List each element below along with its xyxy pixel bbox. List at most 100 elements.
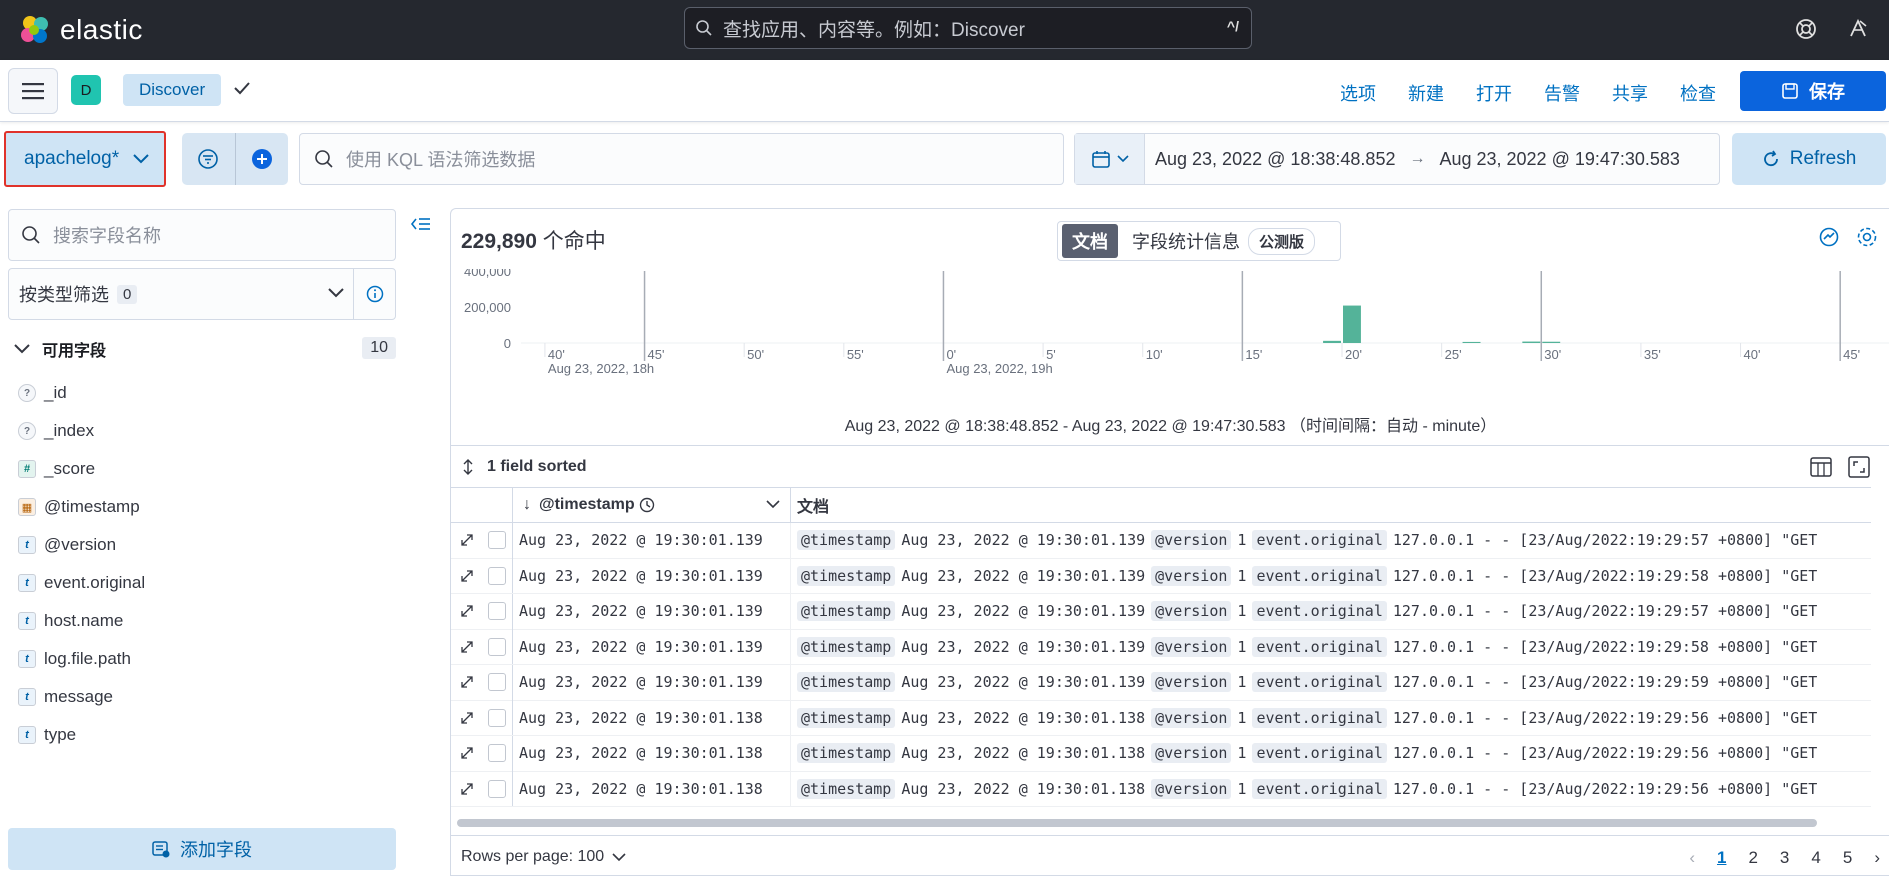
previous-page-icon[interactable]: ‹ bbox=[1689, 848, 1695, 868]
help-icon[interactable] bbox=[1793, 16, 1819, 42]
row-checkbox[interactable] bbox=[482, 735, 513, 771]
expand-row-icon[interactable] bbox=[451, 782, 482, 796]
field-name: event.original bbox=[44, 573, 146, 592]
field-search-input[interactable]: 搜索字段名称 bbox=[8, 209, 396, 261]
table-header: ↓ @timestamp 文档 bbox=[451, 487, 1871, 523]
expand-row-icon[interactable] bbox=[451, 604, 482, 618]
horizontal-scrollbar[interactable] bbox=[457, 819, 1817, 827]
field-name: _id bbox=[44, 383, 67, 402]
type-filter-dropdown[interactable]: 按类型筛选 0 bbox=[8, 268, 396, 320]
inspect-link[interactable]: 检查 bbox=[1680, 80, 1716, 106]
row-checkbox[interactable] bbox=[482, 629, 513, 665]
field-item-id[interactable]: ? _id bbox=[18, 374, 398, 412]
field-item-type[interactable]: t type bbox=[18, 716, 398, 754]
document-table: ↓ @timestamp 文档 Aug 23, 2022 @ 19:30:01.… bbox=[451, 487, 1871, 823]
page-4[interactable]: 4 bbox=[1811, 848, 1820, 868]
available-fields-label: 可用字段 bbox=[42, 343, 107, 360]
field-item-message[interactable]: t message bbox=[18, 678, 398, 716]
kql-search-input[interactable]: 使用 KQL 语法筛选数据 bbox=[299, 133, 1064, 185]
field-item-log-file-path[interactable]: t log.file.path bbox=[18, 640, 398, 678]
rows-per-page-label: Rows per page: 100 bbox=[461, 847, 605, 865]
table-row[interactable]: Aug 23, 2022 @ 19:30:01.138 @timestamp Aug… bbox=[451, 700, 1871, 736]
row-timestamp: Aug 23, 2022 @ 19:30:01.138 bbox=[513, 700, 791, 736]
options-link[interactable]: 选项 bbox=[1340, 80, 1376, 106]
gear-icon[interactable] bbox=[1855, 225, 1879, 249]
quick-menu-button[interactable] bbox=[1075, 134, 1145, 184]
sort-icon[interactable] bbox=[461, 458, 475, 475]
tab-documents[interactable]: 文档 bbox=[1062, 224, 1118, 258]
date-end[interactable]: Aug 23, 2022 @ 19:47:30.583 bbox=[1439, 149, 1679, 170]
menu-toggle-button[interactable] bbox=[8, 68, 58, 114]
index-pattern-selector[interactable]: apachelog* bbox=[4, 131, 166, 187]
table-row[interactable]: Aug 23, 2022 @ 19:30:01.139 @timestamp Aug… bbox=[451, 629, 1871, 665]
page-2[interactable]: 2 bbox=[1748, 848, 1757, 868]
row-checkbox[interactable] bbox=[482, 700, 513, 736]
page-3[interactable]: 3 bbox=[1780, 848, 1789, 868]
date-range-picker[interactable]: Aug 23, 2022 @ 18:38:48.852 → Aug 23, 20… bbox=[1074, 133, 1720, 185]
expand-row-icon[interactable] bbox=[451, 569, 482, 583]
rows-per-page-selector[interactable]: Rows per page: 100 bbox=[461, 848, 626, 866]
view-mode-toggle: 文档 字段统计信息 公测版 bbox=[1057, 221, 1341, 261]
field-item-score[interactable]: # _score bbox=[18, 450, 398, 488]
expand-row-icon[interactable] bbox=[451, 746, 482, 760]
field-item-version[interactable]: t @version bbox=[18, 526, 398, 564]
field-key: event.original bbox=[1252, 743, 1387, 764]
refresh-button[interactable]: Refresh bbox=[1732, 133, 1886, 185]
open-link[interactable]: 打开 bbox=[1476, 80, 1512, 106]
expand-row-icon[interactable] bbox=[451, 640, 482, 654]
visualize-icon[interactable] bbox=[1817, 225, 1841, 249]
share-link[interactable]: 共享 bbox=[1612, 80, 1648, 106]
collapse-sidebar-icon[interactable] bbox=[410, 215, 432, 233]
expand-row-icon[interactable] bbox=[451, 533, 482, 547]
string-type-icon: t bbox=[18, 726, 36, 744]
space-avatar[interactable]: D bbox=[71, 75, 101, 105]
page-1[interactable]: 1 bbox=[1717, 848, 1726, 868]
column-header-timestamp[interactable]: ↓ @timestamp bbox=[513, 487, 791, 523]
row-document: @timestamp Aug 23, 2022 @ 19:30:01.138 @ve… bbox=[791, 743, 1823, 764]
type-filter-count: 0 bbox=[117, 284, 138, 304]
column-document-label[interactable]: 文档 bbox=[797, 493, 829, 517]
next-page-icon[interactable]: › bbox=[1874, 848, 1880, 868]
row-checkbox[interactable] bbox=[482, 664, 513, 700]
table-row[interactable]: Aug 23, 2022 @ 19:30:01.139 @timestamp Aug… bbox=[451, 522, 1871, 559]
table-row[interactable]: Aug 23, 2022 @ 19:30:01.138 @timestamp Aug… bbox=[451, 735, 1871, 772]
row-checkbox[interactable] bbox=[482, 522, 513, 558]
page-5[interactable]: 5 bbox=[1843, 848, 1852, 868]
info-button[interactable] bbox=[353, 269, 395, 319]
unknown-type-icon: ? bbox=[18, 384, 36, 402]
tab-field-statistics[interactable]: 字段统计信息 bbox=[1132, 228, 1240, 254]
global-search-input[interactable]: 查找应用、内容等。例如：Discover ^/ bbox=[684, 7, 1252, 49]
field-item-host-name[interactable]: t host.name bbox=[18, 602, 398, 640]
new-link[interactable]: 新建 bbox=[1408, 80, 1444, 106]
chevron-down-icon[interactable] bbox=[766, 499, 780, 509]
field-item-timestamp[interactable]: ▦ @timestamp bbox=[18, 488, 398, 526]
field-key: @timestamp bbox=[797, 707, 896, 728]
table-row[interactable]: Aug 23, 2022 @ 19:30:01.139 @timestamp Aug… bbox=[451, 664, 1871, 701]
expand-row-icon[interactable] bbox=[451, 675, 482, 689]
available-fields-header[interactable]: 可用字段 10 bbox=[14, 335, 396, 363]
fullscreen-icon[interactable] bbox=[1848, 456, 1870, 478]
alerts-link[interactable]: 告警 bbox=[1544, 80, 1580, 106]
string-type-icon: t bbox=[18, 650, 36, 668]
row-checkbox[interactable] bbox=[482, 771, 513, 807]
field-item-index[interactable]: ? _index bbox=[18, 412, 398, 450]
elastic-logo[interactable]: elastic bbox=[18, 12, 143, 48]
column-select-icon[interactable] bbox=[1810, 456, 1832, 478]
field-key: @timestamp bbox=[797, 636, 896, 657]
table-row[interactable]: Aug 23, 2022 @ 19:30:01.139 @timestamp Aug… bbox=[451, 593, 1871, 630]
add-field-button[interactable]: 添加字段 bbox=[8, 828, 396, 870]
sort-label[interactable]: 1 field sorted bbox=[487, 458, 587, 476]
table-row[interactable]: Aug 23, 2022 @ 19:30:01.138 @timestamp Aug… bbox=[451, 771, 1871, 807]
breadcrumb-discover[interactable]: Discover bbox=[123, 74, 222, 106]
field-item-event-original[interactable]: t event.original bbox=[18, 564, 398, 602]
row-checkbox[interactable] bbox=[482, 558, 513, 594]
newsfeed-icon[interactable] bbox=[1845, 16, 1871, 42]
filter-menu-button[interactable] bbox=[182, 133, 235, 185]
table-row[interactable]: Aug 23, 2022 @ 19:30:01.139 @timestamp Aug… bbox=[451, 558, 1871, 594]
date-start[interactable]: Aug 23, 2022 @ 18:38:48.852 bbox=[1155, 149, 1395, 170]
add-filter-button[interactable] bbox=[235, 133, 288, 185]
field-value: 127.0.0.1 - - [23/Aug/2022:19:29:58 +080… bbox=[1392, 637, 1818, 656]
row-checkbox[interactable] bbox=[482, 593, 513, 629]
expand-row-icon[interactable] bbox=[451, 711, 482, 725]
save-button[interactable]: 保存 bbox=[1740, 71, 1886, 111]
